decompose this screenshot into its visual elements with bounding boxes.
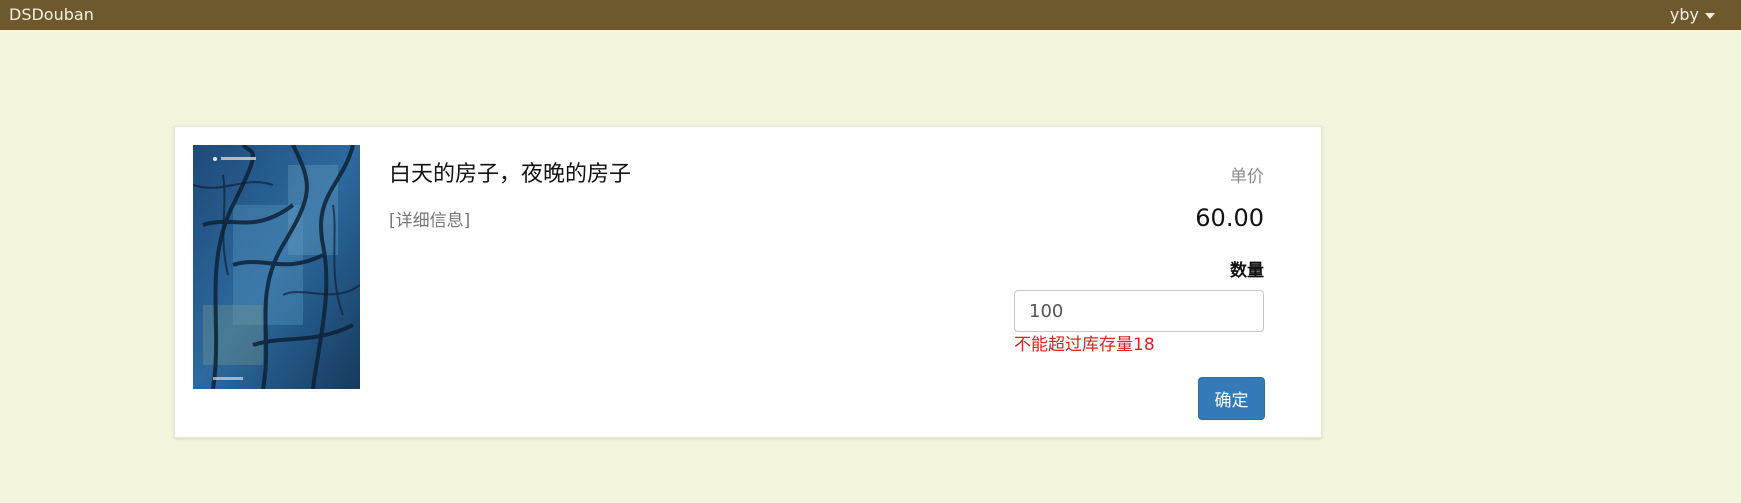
caret-down-icon [1705, 13, 1715, 19]
quantity-label: 数量 [1230, 261, 1264, 281]
top-navbar: DSDouban yby [0, 0, 1741, 30]
user-menu-dropdown[interactable]: yby [1670, 6, 1715, 24]
brand-link[interactable]: DSDouban [9, 6, 94, 24]
purchase-card: 白天的房子，夜晚的房子 [详细信息] 单价 60.00 数量 不能超过库存量18… [174, 126, 1322, 438]
details-link[interactable]: [详细信息] [389, 210, 470, 232]
stock-error-message: 不能超过库存量18 [1014, 335, 1155, 355]
book-cover-image [193, 145, 360, 389]
price-value: 60.00 [1195, 204, 1264, 232]
book-title: 白天的房子，夜晚的房子 [389, 162, 632, 187]
price-label: 单价 [1230, 167, 1264, 187]
quantity-input[interactable] [1014, 290, 1264, 332]
confirm-button[interactable]: 确定 [1198, 377, 1265, 420]
user-name: yby [1669, 5, 1699, 24]
